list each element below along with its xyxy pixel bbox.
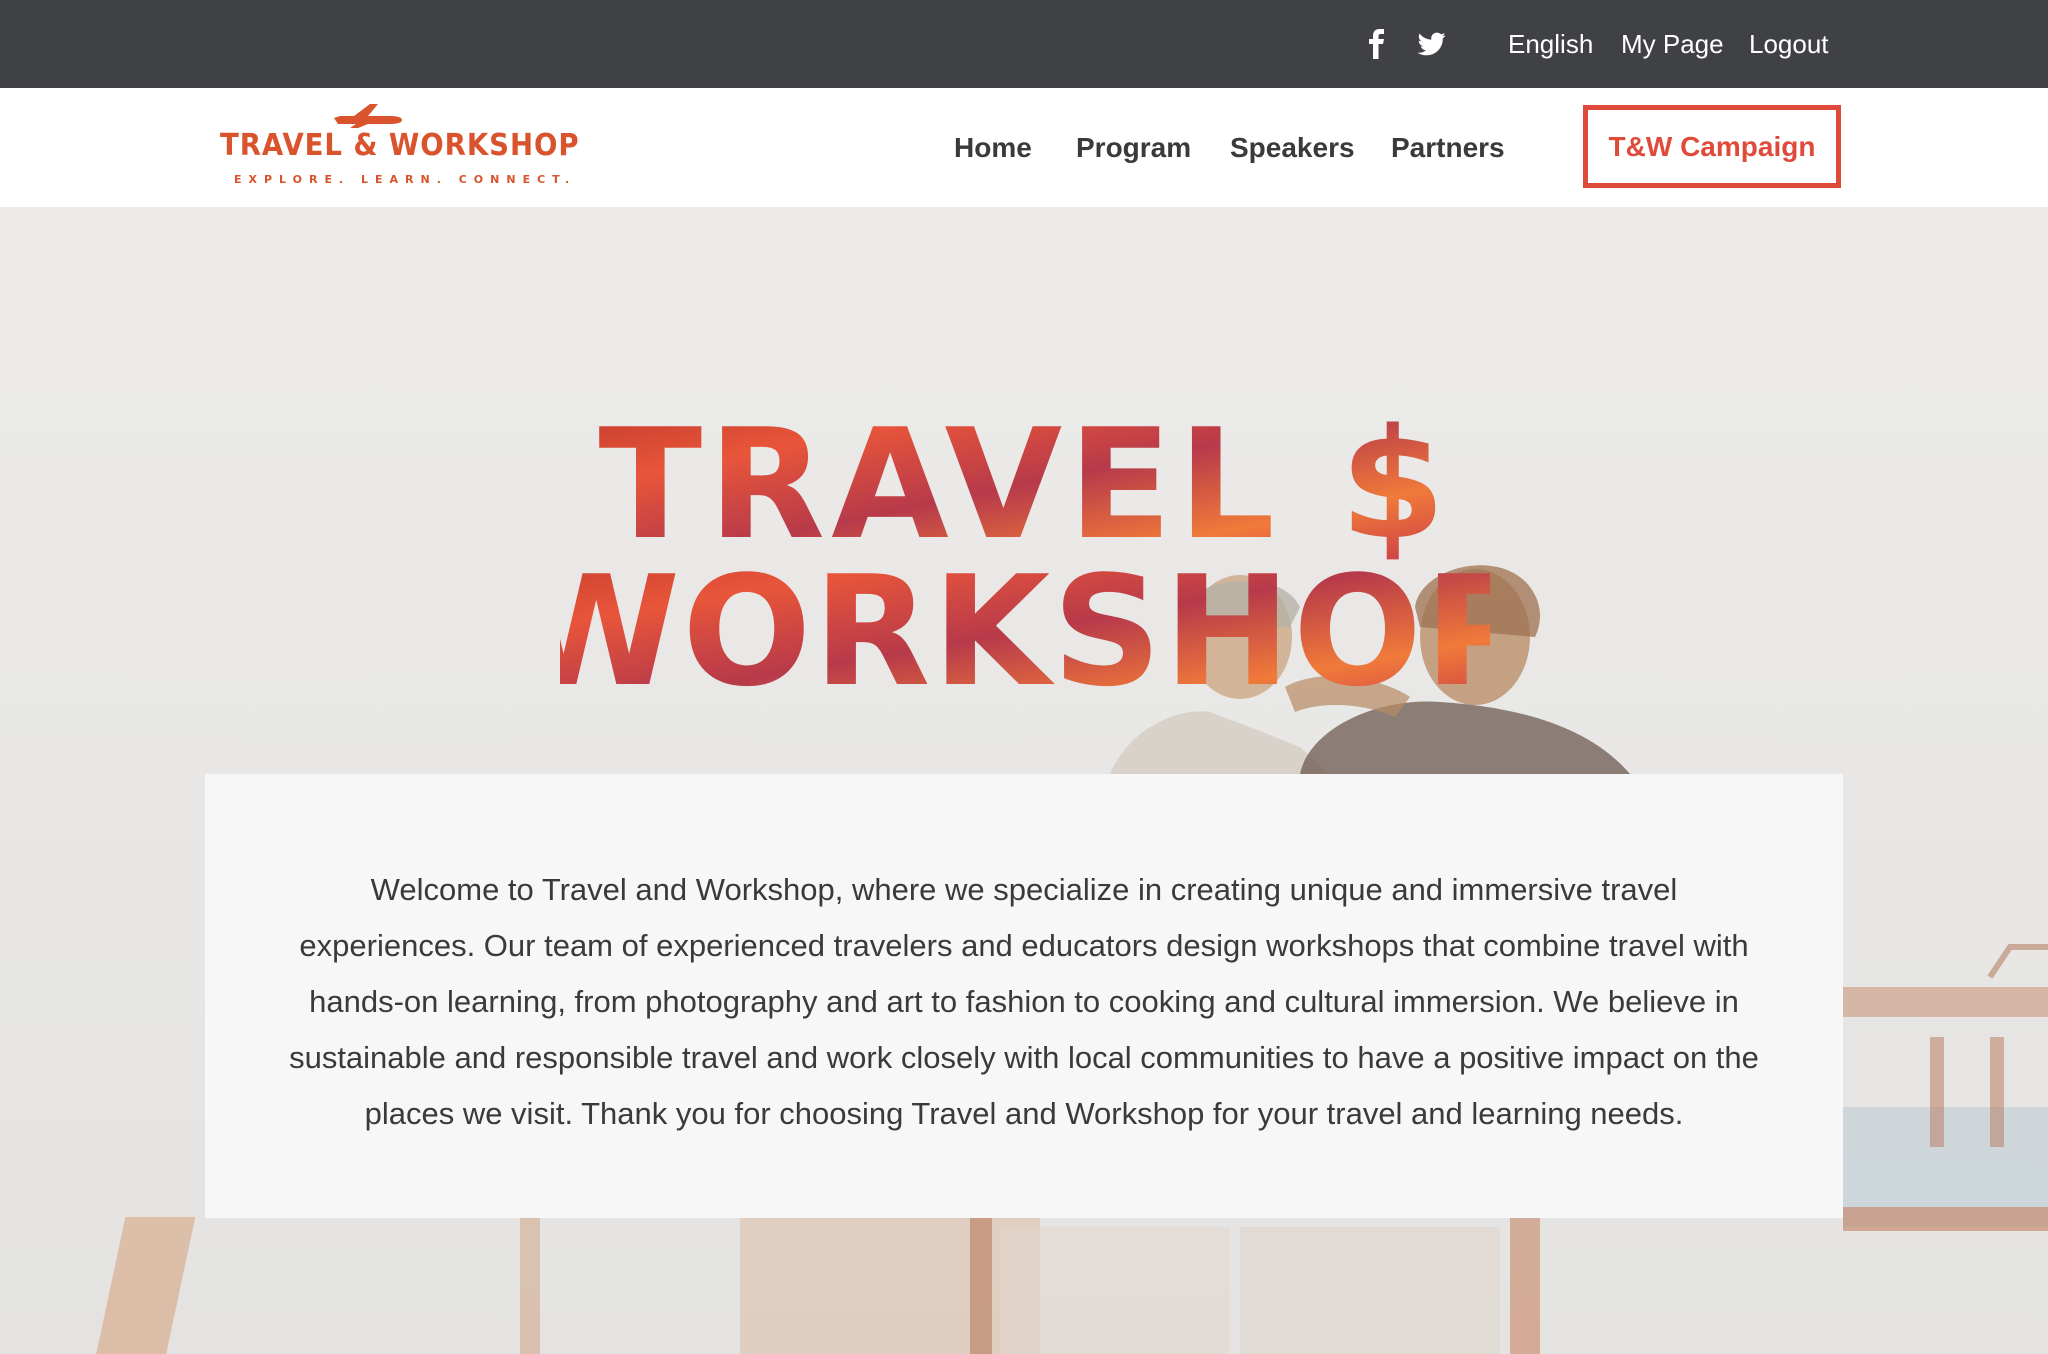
nav-home[interactable]: Home xyxy=(954,130,1032,166)
top-utility-bar: English My Page Logout xyxy=(0,0,2048,88)
logout-link[interactable]: Logout xyxy=(1749,26,1829,62)
nav-partners[interactable]: Partners xyxy=(1391,130,1505,166)
hero-title-line2: WORKSHOP xyxy=(560,543,1490,707)
twitter-icon[interactable] xyxy=(1418,0,1446,88)
hero-section: TRAVEL $ WORKSHOP Welcome to Travel and … xyxy=(0,207,2048,1354)
main-header: TRAVEL & WORKSHOP EXPLORE. LEARN. CONNEC… xyxy=(0,88,2048,207)
welcome-card: Welcome to Travel and Workshop, where we… xyxy=(205,774,1843,1218)
logo-title: TRAVEL & WORKSHOP xyxy=(220,128,580,163)
logo-tagline: EXPLORE. LEARN. CONNECT. xyxy=(234,173,577,186)
facebook-icon[interactable] xyxy=(1368,0,1386,88)
campaign-button[interactable]: T&W Campaign xyxy=(1583,105,1841,188)
welcome-text: Welcome to Travel and Workshop, where we… xyxy=(289,872,1759,1131)
hero-title: TRAVEL $ WORKSHOP xyxy=(560,407,1490,707)
site-logo[interactable]: TRAVEL & WORKSHOP EXPLORE. LEARN. CONNEC… xyxy=(218,102,579,192)
my-page-link[interactable]: My Page xyxy=(1621,26,1724,62)
language-link[interactable]: English xyxy=(1508,26,1593,62)
nav-speakers[interactable]: Speakers xyxy=(1230,130,1355,166)
nav-program[interactable]: Program xyxy=(1076,130,1191,166)
